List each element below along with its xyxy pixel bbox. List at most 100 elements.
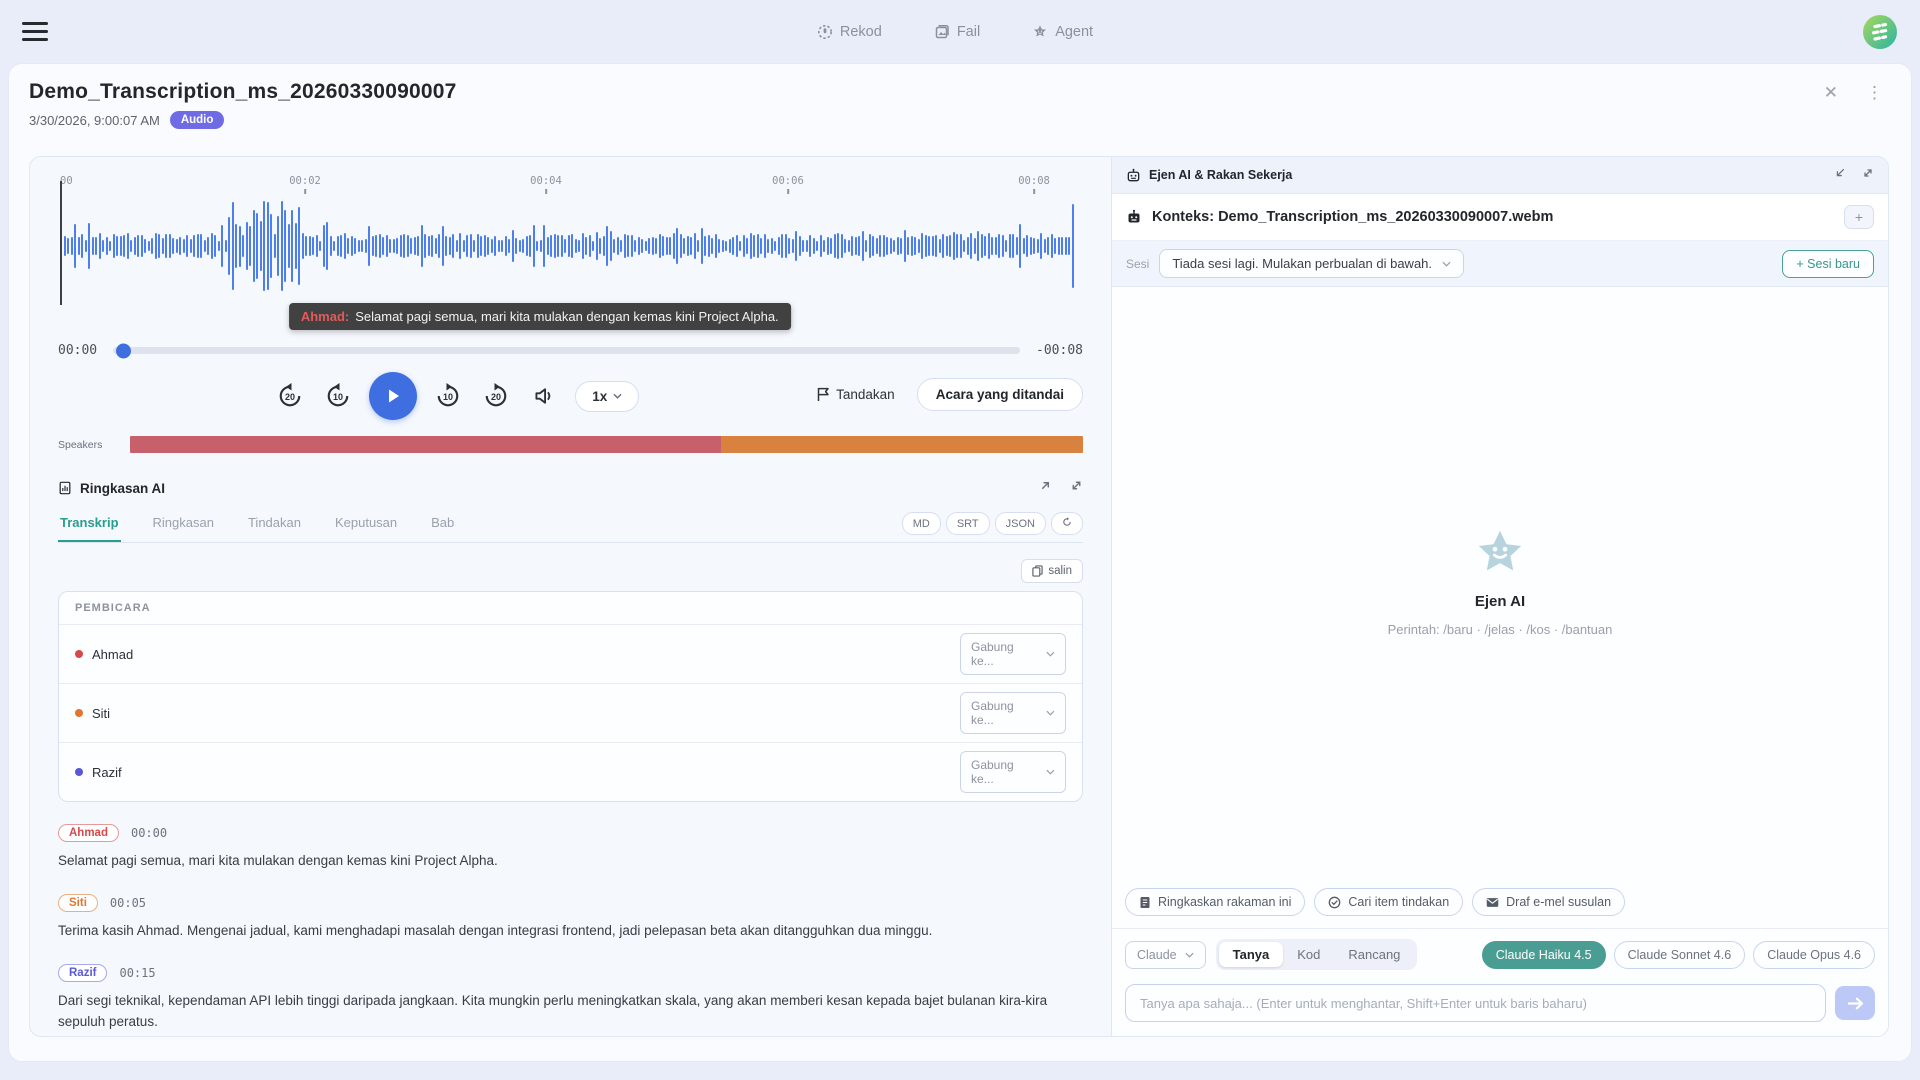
tooltip-speaker: Ahmad: [300, 309, 350, 324]
entry-timestamp[interactable]: 00:15 [119, 966, 155, 980]
open-external-icon[interactable] [1039, 479, 1052, 497]
export-json-button[interactable]: JSON [994, 512, 1046, 535]
speakers-timeline: Speakers [58, 436, 1083, 453]
skip-back-20-button[interactable]: 20 [273, 379, 307, 413]
tab-ringkasan[interactable]: Ringkasan [151, 507, 216, 542]
refresh-icon [1063, 517, 1071, 526]
robot-icon [1128, 209, 1140, 223]
model-claude-haiku[interactable]: Claude Haiku 4.5 [1481, 940, 1606, 969]
skip-back-10-button[interactable]: 10 [321, 379, 355, 413]
tab-transkrip[interactable]: Transkrip [58, 507, 121, 542]
seek-bar[interactable] [113, 343, 1021, 358]
expand-icon[interactable] [1862, 166, 1874, 184]
refresh-button[interactable] [1051, 512, 1083, 535]
session-dropdown[interactable]: Tiada sesi lagi. Mulakan perbualan di ba… [1159, 249, 1465, 278]
speed-dropdown[interactable]: 1x [575, 380, 640, 412]
svg-text:20: 20 [491, 392, 501, 402]
content-panel: 00 00:02 00:04 00:06 00:08 Ahmad: Selamat… [29, 156, 1889, 1037]
transcript-entry: Razif 00:15 Dari segi teknikal, kependam… [58, 963, 1083, 1033]
chip-draft-email[interactable]: Draf e-mel susulan [1472, 888, 1626, 916]
new-session-button[interactable]: + Sesi baru [1782, 249, 1874, 278]
close-icon[interactable]: ✕ [1824, 84, 1838, 101]
copy-label: salin [1048, 565, 1072, 577]
transcript-entry: Ahmad 00:00 Selamat pagi semua, mari kit… [58, 824, 1083, 872]
copy-button[interactable]: salin [1021, 559, 1083, 583]
speaker-name: Ahmad [92, 646, 134, 662]
chevron-down-icon [1046, 769, 1055, 775]
provider-dropdown[interactable]: Claude [1125, 940, 1206, 969]
volume-button[interactable] [527, 379, 561, 413]
svg-text:10: 10 [443, 392, 453, 402]
top-navigation: Rekod Fail Agent [48, 24, 1862, 40]
session-label: Sesi [1126, 256, 1150, 271]
entry-timestamp[interactable]: 00:05 [110, 896, 146, 910]
play-icon [389, 389, 400, 403]
merge-select-siti[interactable]: Gabung ke... [960, 692, 1066, 734]
timeline-tick: 00:06 [772, 175, 804, 194]
tandakan-button[interactable]: Tandakan [817, 387, 895, 402]
speaker-segment-siti[interactable] [720, 436, 1083, 453]
timeline-tick: 00:04 [530, 175, 562, 194]
speaker-segment-ahmad[interactable] [130, 436, 721, 453]
collapse-icon[interactable] [1834, 166, 1846, 184]
tab-tindakan[interactable]: Tindakan [246, 507, 303, 542]
waveform[interactable] [60, 181, 1081, 305]
skip-forward-20-button[interactable]: 20 [479, 379, 513, 413]
speaker-badge[interactable]: Razif [58, 963, 108, 982]
hamburger-menu-icon[interactable] [22, 22, 48, 41]
tab-bab[interactable]: Bab [429, 507, 456, 542]
seek-thumb[interactable] [115, 343, 131, 358]
skip-forward-10-button[interactable]: 10 [431, 379, 465, 413]
speaker-badge[interactable]: Ahmad [58, 824, 119, 842]
mode-tanya[interactable]: Tanya [1218, 942, 1284, 967]
merge-select-razif[interactable]: Gabung ke... [960, 751, 1066, 793]
marked-events-button[interactable]: Acara yang ditandai [916, 378, 1083, 411]
chevron-down-icon [1442, 261, 1451, 267]
mode-rancang[interactable]: Rancang [1334, 942, 1414, 967]
speed-value: 1x [592, 388, 608, 404]
chip-summarize[interactable]: Ringkaskan rakaman ini [1125, 888, 1306, 916]
robot-icon [1127, 168, 1140, 181]
segment-tooltip: Ahmad: Selamat pagi semua, mari kita mula… [288, 303, 791, 330]
model-claude-opus[interactable]: Claude Opus 4.6 [1753, 940, 1875, 969]
page-title: Demo_Transcription_ms_20260330090007 [29, 80, 457, 103]
send-button[interactable] [1835, 986, 1875, 1020]
session-value: Tiada sesi lagi. Mulakan perbualan di ba… [1172, 256, 1433, 271]
topbar: Rekod Fail Agent [0, 0, 1920, 63]
expand-icon[interactable] [1070, 479, 1083, 497]
speaker-row-siti: Siti Gabung ke... [59, 684, 1082, 743]
summarize-icon [1140, 896, 1150, 908]
mode-kod[interactable]: Kod [1283, 942, 1334, 967]
chip-action-items[interactable]: Cari item tindakan [1314, 888, 1464, 916]
merge-select-ahmad[interactable]: Gabung ke... [960, 633, 1066, 675]
speaker-color-dot [75, 650, 83, 658]
nav-agent[interactable]: Agent [1032, 24, 1093, 40]
add-context-button[interactable]: + [1844, 205, 1874, 229]
nav-fail[interactable]: Fail [934, 24, 980, 40]
agent-panel-title: Ejen AI & Rakan Sekerja [1149, 168, 1293, 182]
play-button[interactable] [369, 372, 418, 420]
entry-text: Terima kasih Ahmad. Mengenai jadual, kam… [58, 922, 933, 938]
svg-text:20: 20 [285, 392, 295, 402]
mode-segmented-control: Tanya Kod Rancang [1215, 939, 1418, 970]
timeline-tick: 00 [60, 175, 73, 194]
waveform-bars [60, 193, 1081, 299]
tandakan-label: Tandakan [836, 387, 895, 402]
export-srt-button[interactable]: SRT [945, 512, 990, 535]
speakers-card: PEMBICARA Ahmad Gabung ke... Siti Gabung… [58, 591, 1083, 802]
agent-chat-input[interactable] [1125, 984, 1826, 1022]
record-icon [817, 24, 833, 40]
tooltip-text: Selamat pagi semua, mari kita mulakan de… [355, 309, 779, 324]
speaker-name: Razif [92, 764, 122, 780]
tab-keputusan[interactable]: Keputusan [333, 507, 399, 542]
app-logo[interactable] [1862, 14, 1898, 50]
export-md-button[interactable]: MD [901, 512, 941, 535]
kebab-menu-icon[interactable]: ⋮ [1866, 84, 1883, 101]
speaker-name: Siti [92, 705, 111, 721]
context-file-label: Konteks: Demo_Transcription_ms_202603300… [1152, 209, 1554, 225]
playhead-cursor[interactable] [60, 181, 62, 305]
speaker-badge[interactable]: Siti [58, 893, 98, 912]
nav-rekod[interactable]: Rekod [817, 24, 882, 40]
model-claude-sonnet[interactable]: Claude Sonnet 4.6 [1613, 940, 1746, 969]
entry-timestamp[interactable]: 00:00 [131, 826, 167, 840]
